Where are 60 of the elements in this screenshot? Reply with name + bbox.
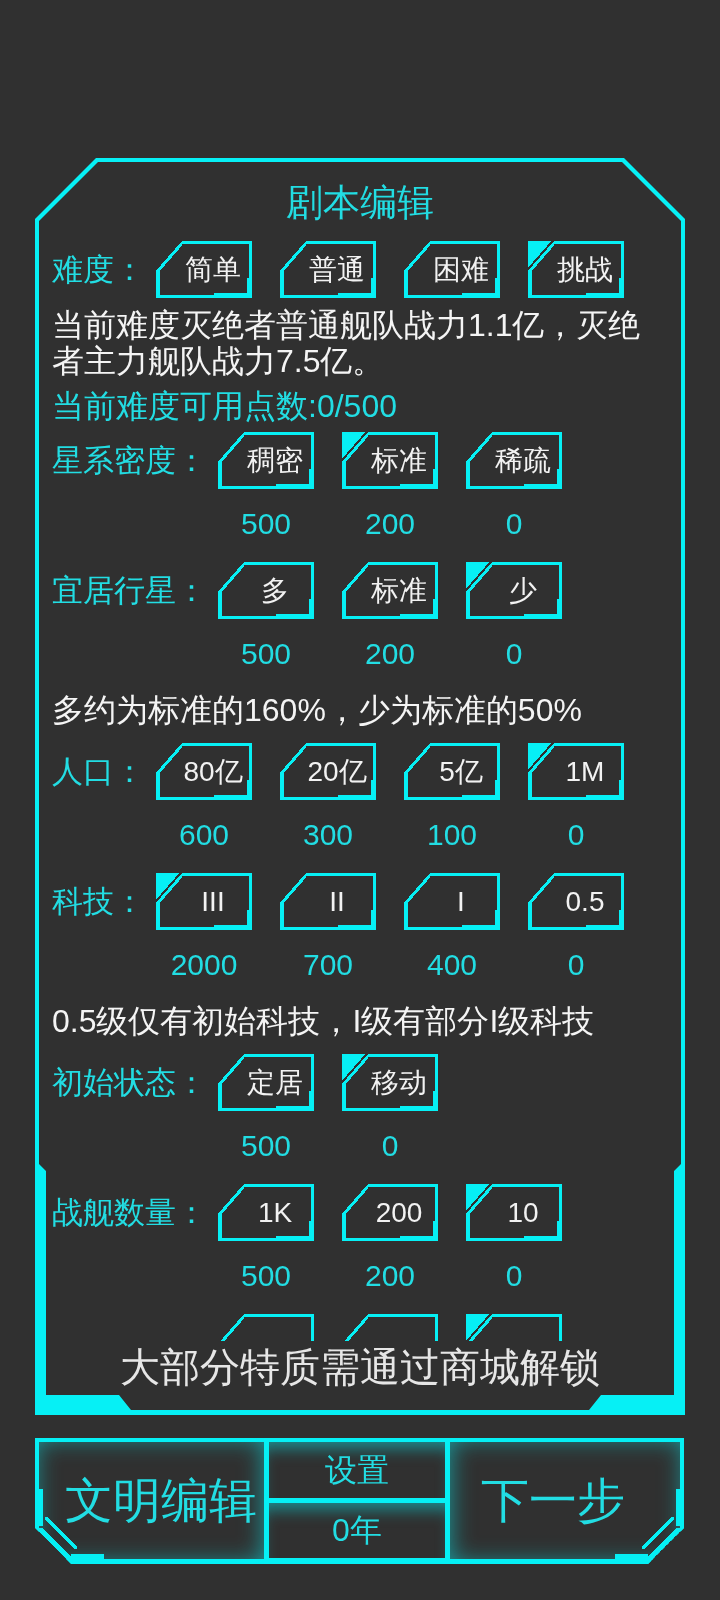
notice-text: 大部分特质需通过商城解锁 (120, 1344, 600, 1391)
cost-label: 500 (240, 1258, 292, 1294)
cost-label: 300 (302, 817, 354, 853)
option-button[interactable]: 标准 (342, 562, 438, 619)
row-label: 人口： (52, 753, 145, 791)
description-text: 多约为标准的160%，少为标准的50% (52, 692, 583, 728)
option-button[interactable]: 80亿 (156, 743, 252, 800)
option-button[interactable]: 定居 (218, 1054, 314, 1111)
cost-label: 0 (567, 947, 585, 983)
option-button[interactable]: 10 (466, 1184, 562, 1241)
description-text: 当前难度灭绝者普通舰队战力1.1亿，灭绝者主力舰队战力7.5亿。 (52, 307, 642, 379)
option-button[interactable]: 1M (528, 743, 624, 800)
cost-label: 0 (505, 506, 523, 542)
cost-label: 700 (302, 947, 354, 983)
cost-label: 500 (240, 506, 292, 542)
row-label: 战舰数量： (52, 1194, 207, 1232)
option-button[interactable] (466, 1314, 562, 1341)
cost-label: 2000 (170, 947, 238, 983)
option-button[interactable]: 稠密 (218, 432, 314, 489)
next-step-button[interactable]: 下一步 (450, 1438, 684, 1564)
points-text: 当前难度可用点数:0/500 (52, 388, 398, 424)
option-button[interactable]: 0.5 (528, 873, 624, 930)
option-button[interactable]: 少 (466, 562, 562, 619)
option-button[interactable]: 移动 (342, 1054, 438, 1111)
cost-label: 200 (364, 636, 416, 672)
option-button[interactable]: 普通 (280, 241, 376, 298)
option-button[interactable]: 5亿 (404, 743, 500, 800)
panel-title: 剧本编辑 (286, 181, 434, 225)
cost-label: 200 (364, 1258, 416, 1294)
option-button[interactable]: 20亿 (280, 743, 376, 800)
cost-label: 0 (505, 636, 523, 672)
option-button[interactable]: 多 (218, 562, 314, 619)
option-button[interactable]: 挑战 (528, 241, 624, 298)
cost-label: 500 (240, 1128, 292, 1164)
description-text: 0.5级仅有初始科技，I级有部分I级科技 (52, 1003, 596, 1039)
cost-label: 0 (567, 817, 585, 853)
year-button[interactable]: 0年 (264, 1499, 450, 1564)
row-label: 宜居行星： (52, 572, 207, 610)
option-button[interactable]: III (156, 873, 252, 930)
cost-label: 0 (381, 1128, 399, 1164)
civilization-edit-button[interactable]: 文明编辑 (35, 1438, 264, 1564)
option-button[interactable]: 1K (218, 1184, 314, 1241)
settings-button[interactable]: 设置 (264, 1438, 450, 1500)
cost-label: 600 (178, 817, 230, 853)
option-button[interactable]: I (404, 873, 500, 930)
row-label: 难度： (52, 251, 145, 289)
row-label: 初始状态： (52, 1064, 207, 1102)
row-label: 科技： (52, 883, 145, 921)
cost-label: 500 (240, 636, 292, 672)
option-button[interactable]: 标准 (342, 432, 438, 489)
cost-label: 100 (426, 817, 478, 853)
option-button[interactable]: II (280, 873, 376, 930)
cost-label: 200 (364, 506, 416, 542)
option-button[interactable]: 简单 (156, 241, 252, 298)
option-button[interactable]: 困难 (404, 241, 500, 298)
row-label: 星系密度： (52, 442, 207, 480)
option-button[interactable]: 200 (342, 1184, 438, 1241)
cost-label: 0 (505, 1258, 523, 1294)
cost-label: 400 (426, 947, 478, 983)
option-button[interactable]: 稀疏 (466, 432, 562, 489)
